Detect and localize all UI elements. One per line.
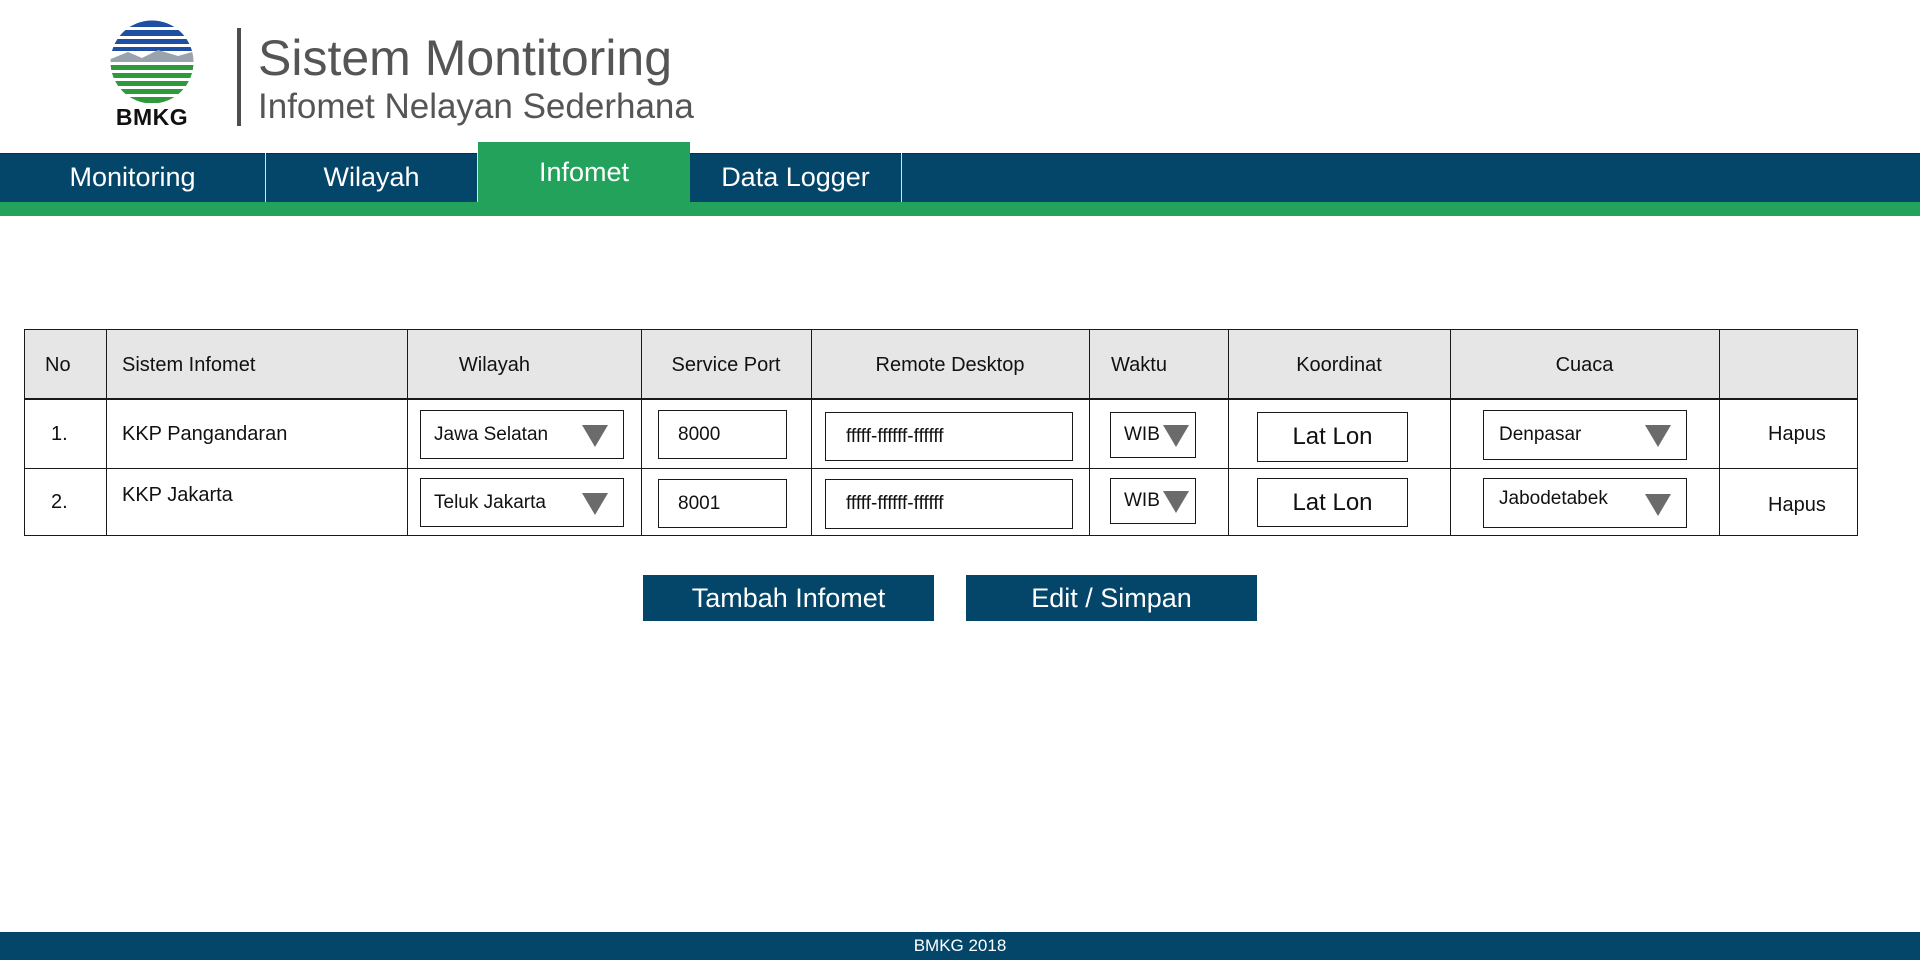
dropdown-arrow-icon[interactable] xyxy=(1645,494,1671,516)
sistem-infomet-name: KKP Jakarta xyxy=(122,483,233,506)
koordinat-field[interactable]: Lat Lon xyxy=(1257,412,1408,462)
dropdown-arrow-icon[interactable] xyxy=(582,493,608,515)
sistem-infomet-name: KKP Pangandaran xyxy=(122,422,288,445)
wilayah-select[interactable]: Teluk Jakarta xyxy=(420,478,624,527)
cuaca-select[interactable]: Jabodetabek xyxy=(1483,478,1687,528)
bmkg-logo: BMKG xyxy=(108,18,196,130)
koordinat-value: Lat Lon xyxy=(1292,423,1373,450)
row-number: 2. xyxy=(51,490,68,513)
page-title: Sistem Montitoring xyxy=(258,30,673,86)
column-divider xyxy=(106,330,107,535)
column-header-koordinat: Koordinat xyxy=(1296,353,1382,376)
koordinat-field[interactable]: Lat Lon xyxy=(1257,478,1408,527)
row-divider xyxy=(25,468,1857,469)
column-header-sistem-infomet: Sistem Infomet xyxy=(122,353,256,376)
remote-desktop-value: fffff-ffffff-ffffff xyxy=(846,425,944,447)
dropdown-arrow-icon[interactable] xyxy=(1163,491,1189,513)
tab-data-logger[interactable]: Data Logger xyxy=(690,153,902,202)
service-port-value: 8000 xyxy=(678,423,721,445)
header-divider xyxy=(237,28,241,126)
waktu-select[interactable]: WIB xyxy=(1110,478,1196,524)
cuaca-select-value: Denpasar xyxy=(1499,424,1582,445)
column-header-cuaca: Cuaca xyxy=(1555,353,1614,376)
column-divider xyxy=(1719,330,1720,535)
row-number: 1. xyxy=(51,422,68,445)
wilayah-select-value: Teluk Jakarta xyxy=(434,491,546,513)
remote-desktop-input[interactable]: fffff-ffffff-ffffff xyxy=(825,479,1073,529)
tab-wilayah[interactable]: Wilayah xyxy=(266,153,478,202)
service-port-input[interactable]: 8000 xyxy=(658,410,787,459)
column-header-no: No xyxy=(45,353,71,376)
infomet-table: No Sistem Infomet Wilayah Service Port R… xyxy=(24,329,1858,536)
koordinat-value: Lat Lon xyxy=(1292,488,1373,516)
service-port-input[interactable]: 8001 xyxy=(658,479,787,528)
tab-monitoring[interactable]: Monitoring xyxy=(0,153,266,202)
column-header-waktu: Waktu xyxy=(1111,353,1167,376)
page-subtitle: Infomet Nelayan Sederhana xyxy=(258,87,694,126)
edit-simpan-button[interactable]: Edit / Simpan xyxy=(966,575,1257,621)
cuaca-select-value: Jabodetabek xyxy=(1499,488,1608,509)
footer-text: BMKG 2018 xyxy=(913,936,1007,955)
dropdown-arrow-icon[interactable] xyxy=(1645,425,1671,447)
column-header-service-port: Service Port xyxy=(671,353,781,376)
wilayah-select-value: Jawa Selatan xyxy=(434,423,549,445)
hapus-link[interactable]: Hapus xyxy=(1768,472,1826,538)
column-divider xyxy=(1089,330,1090,535)
bmkg-emblem-icon xyxy=(109,19,195,105)
footer: BMKG 2018 xyxy=(0,932,1920,960)
page: BMKG Sistem Montitoring Infomet Nelayan … xyxy=(0,0,1920,960)
waktu-select-value: WIB xyxy=(1124,490,1160,511)
column-header-remote-desktop: Remote Desktop xyxy=(875,353,1025,376)
tambah-infomet-button[interactable]: Tambah Infomet xyxy=(643,575,934,621)
remote-desktop-input[interactable]: fffff-ffffff-ffffff xyxy=(825,412,1073,461)
service-port-value: 8001 xyxy=(678,492,721,514)
remote-desktop-value: fffff-ffffff-ffffff xyxy=(846,493,944,514)
navbar-accent-bar xyxy=(0,202,1920,216)
dropdown-arrow-icon[interactable] xyxy=(1163,425,1189,447)
logo-text: BMKG xyxy=(115,104,189,130)
column-header-wilayah: Wilayah xyxy=(458,353,531,376)
dropdown-arrow-icon[interactable] xyxy=(582,425,608,447)
cuaca-select[interactable]: Denpasar xyxy=(1483,410,1687,460)
tab-infomet[interactable]: Infomet xyxy=(478,142,690,202)
waktu-select[interactable]: WIB xyxy=(1110,412,1196,458)
wilayah-select[interactable]: Jawa Selatan xyxy=(420,410,624,459)
waktu-select-value: WIB xyxy=(1124,424,1160,445)
hapus-link[interactable]: Hapus xyxy=(1768,400,1826,468)
